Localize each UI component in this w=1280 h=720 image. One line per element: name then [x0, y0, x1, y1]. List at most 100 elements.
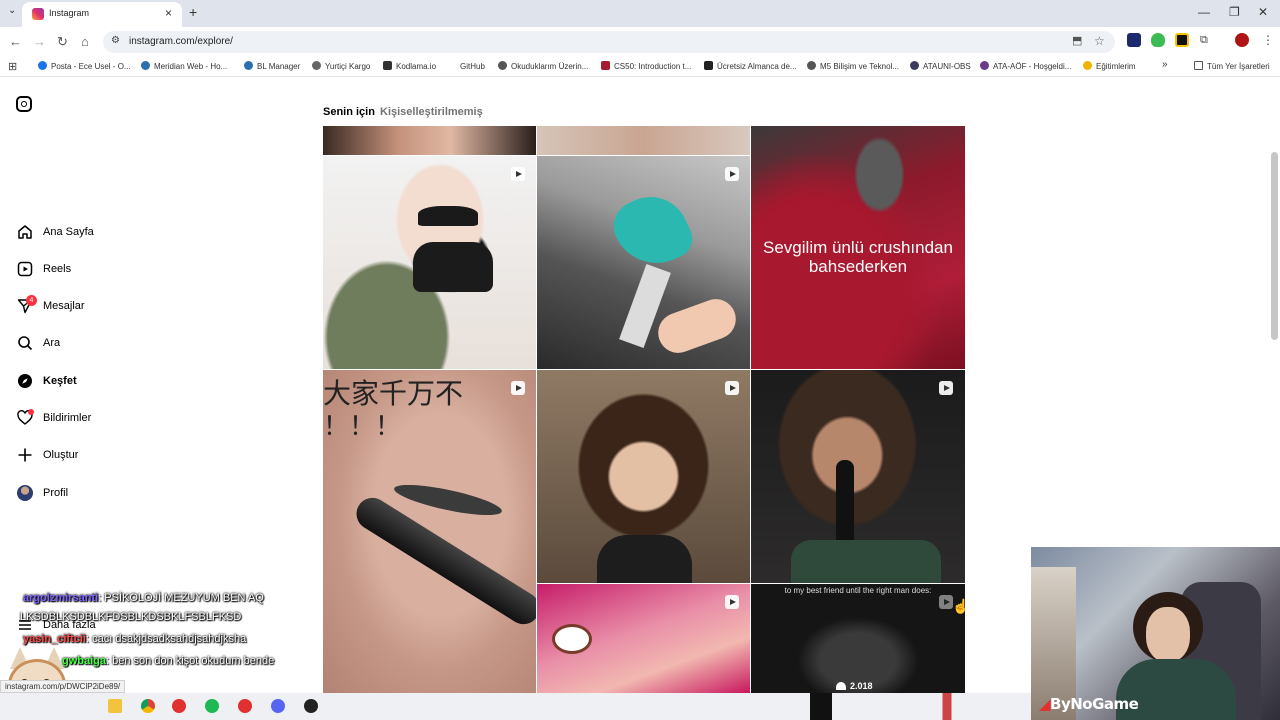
instagram-logo-icon[interactable]	[16, 96, 32, 112]
page-scrollbar-thumb[interactable]	[1271, 152, 1278, 340]
kodlama-icon	[383, 61, 392, 70]
tab-list-chevron-icon[interactable]: ⌄	[8, 5, 16, 16]
explore-tile-1[interactable]	[537, 126, 750, 155]
back-arrow-icon[interactable]: ←	[9, 34, 22, 49]
bookmark-4[interactable]: Kodlama.io	[383, 61, 436, 71]
sidebar-label-notifications: Bildirimler	[43, 412, 92, 424]
sidebar-label-messages: Mesajlar	[43, 300, 85, 312]
messages-badge: 4	[26, 295, 37, 306]
explore-tile-7[interactable]	[751, 370, 965, 583]
bookmark-3[interactable]: Yurtiçi Kargo	[312, 61, 370, 71]
app-icon-red[interactable]	[172, 699, 186, 713]
status-url-bar: instagram.com/p/DWClP2iDe89/	[0, 680, 126, 693]
install-app-icon[interactable]: ⬒	[1072, 34, 1082, 47]
window-close-icon[interactable]: ✕	[1258, 5, 1268, 19]
sidebar-label-profile: Profil	[43, 487, 69, 499]
bookmark-1[interactable]: Meridian Web - Ho...	[141, 61, 227, 71]
webcam-face	[1146, 607, 1190, 662]
views-icon	[836, 682, 846, 690]
bookmark-star-icon[interactable]: ☆	[1094, 34, 1105, 48]
atauni-icon	[910, 61, 919, 70]
bynogame-logo-icon: ◢	[1039, 695, 1051, 713]
bookmark-11[interactable]: ATA-AÖF - Hoşgeldi...	[980, 61, 1071, 71]
sidebar-item-home[interactable]: Ana Sayfa	[16, 222, 94, 242]
globe-icon	[244, 61, 253, 70]
tile-hand	[652, 293, 742, 359]
sidebar-label-reels: Reels	[43, 263, 72, 275]
bookmark-7[interactable]: CS50: Introduction t...	[601, 61, 691, 71]
sidebar-item-explore[interactable]: Keşfet	[16, 371, 77, 391]
discord-icon[interactable]	[271, 699, 285, 713]
sidebar-label-create: Oluştur	[43, 449, 79, 461]
hand-cursor-icon: ☝	[952, 598, 970, 614]
webcam-overlay: ◢ByNoGame	[1031, 547, 1280, 720]
bookmark-0[interactable]: Posta - Ece Usel - O...	[38, 61, 131, 71]
more-bookmarks-chevron[interactable]: »	[1162, 59, 1168, 70]
chat-line-2: LKSDBLKSDBLKFDSBLKDSBKLFSBLFKSD	[20, 611, 242, 623]
app-icon-red-2[interactable]	[238, 699, 252, 713]
okuduklarim-icon	[498, 61, 507, 70]
tab-unpersonalized[interactable]: Kişiselleştirilmemiş	[380, 106, 483, 118]
browser-tab-bar: ⌄ Instagram × + — ❐ ✕	[0, 0, 1280, 27]
tab-title: Instagram	[49, 8, 90, 18]
new-tab-plus-icon[interactable]: +	[189, 4, 197, 20]
github-icon	[447, 61, 456, 70]
harvard-shield-icon	[601, 61, 610, 70]
extension-icon-3[interactable]	[1175, 33, 1189, 47]
explore-tile-3[interactable]	[323, 156, 536, 369]
bookmark-9[interactable]: M5 Bilişim ve Teknol...	[807, 61, 899, 71]
sidebar-label-search: Ara	[43, 337, 61, 349]
bookmark-10[interactable]: ATAUNI-OBS	[910, 61, 971, 71]
sidebar-item-search[interactable]: Ara	[16, 333, 60, 353]
spotify-icon[interactable]	[205, 699, 219, 713]
address-url[interactable]: instagram.com/explore/	[129, 36, 233, 47]
explore-tile-9[interactable]: to my best friend until the right man do…	[751, 584, 965, 693]
explore-tile-2[interactable]: Sevgilim ünlü crushından bahsederken	[751, 126, 965, 369]
site-info-icon[interactable]: ⚙	[111, 35, 120, 46]
address-bar[interactable]: ⚙ instagram.com/explore/	[103, 31, 1115, 53]
all-bookmarks-folder[interactable]: Tüm Yer İşaretleri	[1194, 61, 1270, 71]
extensions-puzzle-icon[interactable]: ⧉	[1200, 34, 1208, 47]
explore-tile-6[interactable]	[537, 370, 750, 583]
tile-exclamations: ！！！	[323, 411, 402, 441]
reel-indicator-icon	[939, 381, 953, 395]
file-explorer-icon[interactable]	[108, 699, 122, 713]
webcam-watermark: ◢ByNoGame	[1039, 695, 1139, 713]
forward-arrow-icon[interactable]: →	[33, 34, 46, 49]
explore-tile-0[interactable]	[323, 126, 536, 155]
profile-avatar[interactable]	[1235, 33, 1249, 47]
tile-squeegee	[605, 184, 699, 278]
close-tab-icon[interactable]: ×	[165, 6, 172, 20]
explore-tile-8[interactable]	[537, 584, 750, 693]
chrome-icon[interactable]	[141, 699, 155, 713]
home-icon[interactable]: ⌂	[81, 34, 89, 49]
shield-extension-icon[interactable]	[1151, 33, 1165, 47]
extension-icon-1[interactable]	[1127, 33, 1141, 47]
explore-tile-4[interactable]	[537, 156, 750, 369]
compass-icon	[16, 372, 34, 390]
reload-icon[interactable]: ↻	[57, 34, 68, 50]
tile-caption: to my best friend until the right man do…	[784, 586, 932, 595]
taskbar-tray-area	[810, 693, 1031, 720]
folder-icon	[1194, 61, 1203, 70]
bookmark-8[interactable]: Ücretsiz Almanca de...	[704, 61, 797, 71]
browser-menu-icon[interactable]: ⋮	[1262, 33, 1274, 47]
tab-for-you[interactable]: Senin için	[323, 106, 375, 118]
browser-tab-instagram[interactable]: Instagram ×	[22, 2, 182, 27]
restore-icon[interactable]: ❐	[1229, 5, 1240, 19]
bookmark-6[interactable]: Okuduklarım Üzerin...	[498, 61, 588, 71]
bookmark-2[interactable]: BL Manager	[244, 61, 300, 71]
bookmark-12[interactable]: Eğitimlerim	[1083, 61, 1136, 71]
language-icon	[704, 61, 713, 70]
reel-indicator-icon	[511, 381, 525, 395]
sidebar-item-reels[interactable]: Reels	[16, 259, 71, 279]
apps-grid-icon[interactable]: ⊞	[8, 60, 17, 73]
sidebar-item-profile[interactable]: Profil	[16, 483, 68, 503]
minimize-icon[interactable]: —	[1198, 5, 1210, 19]
bookmark-5[interactable]: GitHub	[447, 61, 485, 71]
sidebar-item-create[interactable]: Oluştur	[16, 445, 78, 465]
reel-indicator-icon	[725, 595, 739, 609]
globe-icon	[141, 61, 150, 70]
obs-icon[interactable]	[304, 699, 318, 713]
explore-tile-5[interactable]: 大家千万不 ！！！	[323, 370, 536, 693]
